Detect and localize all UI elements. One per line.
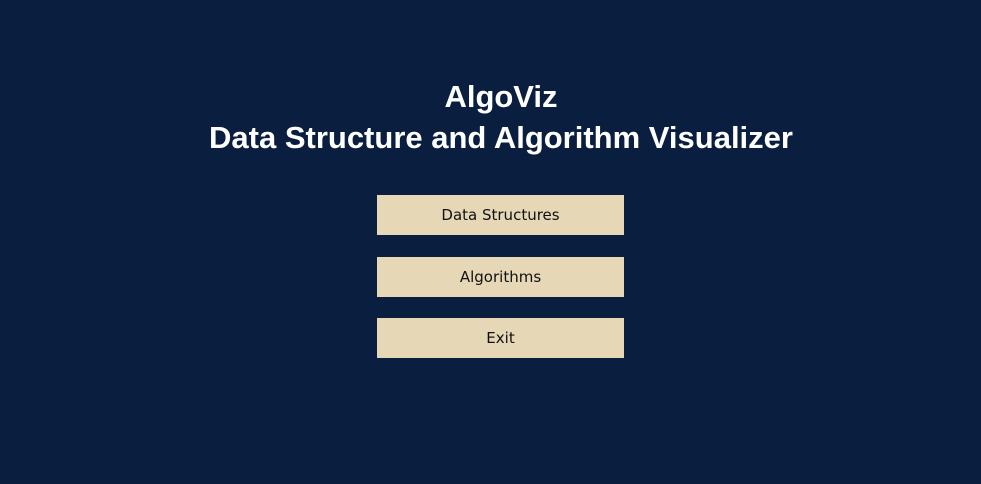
algorithms-button[interactable]: Algorithms xyxy=(377,257,624,297)
exit-button[interactable]: Exit xyxy=(377,318,624,358)
data-structures-button[interactable]: Data Structures xyxy=(377,195,624,235)
app-subtitle: Data Structure and Algorithm Visualizer xyxy=(209,120,793,155)
app-name: AlgoViz xyxy=(444,79,558,114)
main-menu-window: AlgoViz Data Structure and Algorithm Vis… xyxy=(0,0,981,484)
page-title: AlgoViz Data Structure and Algorithm Vis… xyxy=(0,76,981,158)
